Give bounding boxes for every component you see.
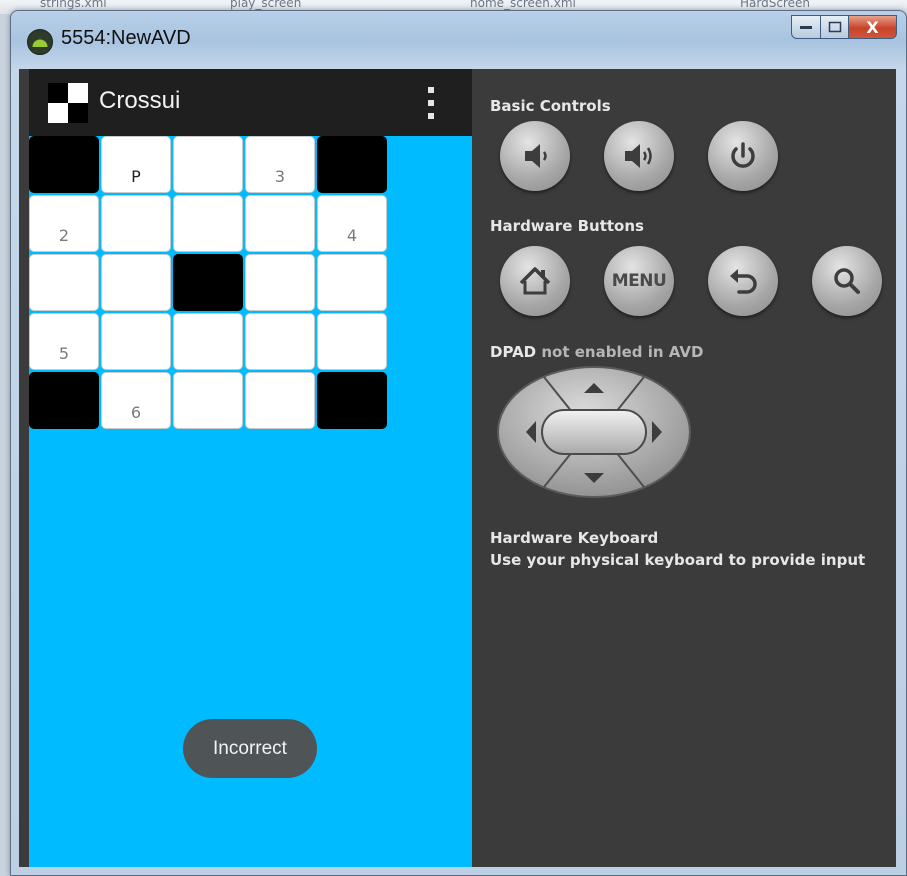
crossword-cell[interactable] xyxy=(101,313,171,370)
toast-message: Incorrect xyxy=(183,719,317,778)
crossword-cell[interactable] xyxy=(173,136,243,193)
back-button[interactable] xyxy=(708,246,778,316)
window-titlebar[interactable]: 5554:NewAVD X xyxy=(11,11,906,69)
crossword-cell-blocked xyxy=(29,136,99,193)
close-button[interactable]: X xyxy=(849,15,897,39)
app-logo-icon xyxy=(48,83,88,123)
power-icon xyxy=(731,142,755,168)
device-screen[interactable]: Crossui P 3 2 4 5 6 Incorrect xyxy=(29,69,472,867)
crossword-cell[interactable] xyxy=(317,254,387,311)
crossword-cell[interactable] xyxy=(245,313,315,370)
home-icon xyxy=(519,267,551,295)
search-icon xyxy=(834,268,860,294)
dpad-heading-label: DPAD xyxy=(490,343,537,361)
crossword-cell-blocked xyxy=(173,254,243,311)
android-emulator-icon xyxy=(27,29,53,55)
cell-number: 3 xyxy=(274,167,286,186)
crossword-cell[interactable] xyxy=(245,254,315,311)
crossword-cell[interactable] xyxy=(101,254,171,311)
app-title: Crossui xyxy=(99,87,181,114)
emulator-window: 5554:NewAVD X Crossui P 3 2 4 5 6 Incorrect B… xyxy=(10,10,907,876)
menu-button-label: MENU xyxy=(611,271,667,291)
dpad-heading: DPAD not enabled in AVD xyxy=(490,343,703,361)
maximize-button[interactable] xyxy=(821,15,849,39)
cell-letter: P xyxy=(131,167,141,186)
cell-number: 6 xyxy=(130,403,142,422)
emulator-content: Crossui P 3 2 4 5 6 Incorrect Basic Controls xyxy=(19,69,896,867)
crossword-cell[interactable] xyxy=(101,195,171,252)
crossword-cell-blocked xyxy=(317,372,387,429)
emulator-controls-panel: Basic Controls Hardware Buttons MENU DPA… xyxy=(472,69,896,867)
crossword-cell[interactable]: 2 xyxy=(29,195,99,252)
crossword-cell[interactable]: 5 xyxy=(29,313,99,370)
crossword-cell[interactable] xyxy=(245,372,315,429)
power-button[interactable] xyxy=(708,121,778,191)
home-button[interactable] xyxy=(500,246,570,316)
search-button[interactable] xyxy=(812,246,882,316)
cell-number: 2 xyxy=(58,226,70,245)
hardware-buttons-heading: Hardware Buttons xyxy=(490,217,644,235)
minimize-icon xyxy=(800,26,812,29)
hardware-keyboard-info: Hardware Keyboard Use your physical keyb… xyxy=(490,527,865,571)
crossword-grid: P 3 2 4 5 6 xyxy=(29,136,387,429)
crossword-cell[interactable] xyxy=(245,195,315,252)
crossword-cell[interactable] xyxy=(173,195,243,252)
crossword-cell[interactable] xyxy=(173,372,243,429)
window-title: 5554:NewAVD xyxy=(61,27,191,49)
dpad-center[interactable] xyxy=(541,409,647,455)
basic-controls-heading: Basic Controls xyxy=(490,97,611,115)
crossword-cell[interactable] xyxy=(29,254,99,311)
maximize-icon xyxy=(828,21,841,33)
overflow-menu-icon[interactable] xyxy=(428,87,436,119)
back-icon xyxy=(730,269,757,294)
volume-down-icon xyxy=(525,144,547,168)
crossword-cell[interactable]: 4 xyxy=(317,195,387,252)
crossword-cell-blocked xyxy=(317,136,387,193)
window-controls: X xyxy=(791,15,897,39)
volume-up-button[interactable] xyxy=(604,121,674,191)
minimize-button[interactable] xyxy=(791,15,821,39)
volume-up-icon xyxy=(625,144,652,168)
close-icon: X xyxy=(866,17,879,37)
crossword-cell[interactable]: 6 xyxy=(101,372,171,429)
hardware-keyboard-heading: Hardware Keyboard xyxy=(490,529,659,547)
dpad-heading-status: not enabled in AVD xyxy=(536,343,704,361)
crossword-cell[interactable]: 3 xyxy=(245,136,315,193)
dpad-control xyxy=(497,366,691,498)
menu-button[interactable]: MENU xyxy=(604,246,674,316)
cell-number: 5 xyxy=(58,344,70,363)
crossword-cell-blocked xyxy=(29,372,99,429)
crossword-cell[interactable] xyxy=(173,313,243,370)
crossword-cell[interactable]: P xyxy=(101,136,171,193)
app-action-bar: Crossui xyxy=(29,69,472,136)
crossword-cell[interactable] xyxy=(317,313,387,370)
volume-down-button[interactable] xyxy=(500,121,570,191)
cell-number: 4 xyxy=(346,226,358,245)
hardware-keyboard-description: Use your physical keyboard to provide in… xyxy=(490,551,866,569)
